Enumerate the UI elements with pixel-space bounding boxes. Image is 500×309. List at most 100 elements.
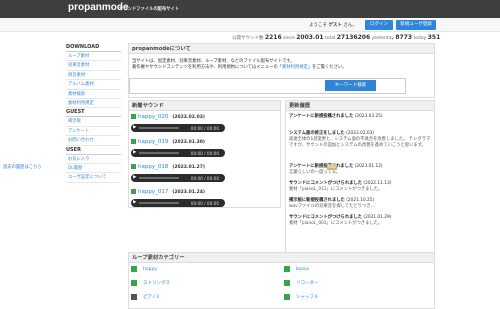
play-icon[interactable]: ▶ (133, 175, 136, 180)
audio-player[interactable]: ▶ 00:00 / 00:00 (131, 199, 225, 207)
player-time: 00:00 / 00:00 (190, 125, 219, 131)
loop-category[interactable]: ストリングス (131, 279, 170, 288)
category-label[interactable]: ピアノ3 (143, 295, 159, 300)
sidebar-heading-user: USER (66, 146, 121, 155)
sidebar: DOWNLOAD ループ素材 効果音素材 顔音素材 アルバム素材 素材検索 素材… (66, 43, 121, 183)
category-label[interactable]: ストリングス (143, 281, 170, 286)
update-date: (2023.03.25) (354, 114, 383, 119)
check-icon (131, 189, 136, 194)
category-label[interactable]: シャッフル (296, 295, 319, 300)
play-icon[interactable]: ▶ (133, 125, 136, 130)
stat-label-sounds: 公開サウンド数 (232, 36, 264, 41)
seek-bar[interactable] (139, 202, 179, 204)
sidebar-item-bbs[interactable]: 掲示板 (66, 117, 121, 127)
update-head: サウンドにコメントがつけられました (289, 181, 363, 186)
update-body: 高速全体の1部変更と、システム面の不具合を改善しました。 テレグラマですが、サウ… (289, 137, 431, 148)
loop-category[interactable]: リコーダー (284, 279, 319, 288)
greeting-prefix: ようこそ (309, 23, 327, 28)
track-title: happy_018 (2023.01.27) (131, 164, 205, 170)
update-item: システム面の修正をしました (2023.02.03) 高速全体の1部変更と、システ… (289, 131, 434, 149)
stat-label-since: since (283, 36, 295, 41)
search-bar: キーワード検索 (129, 78, 435, 94)
update-item: サウンドにコメントがつけられました (2021.01.29) 素材「pianoL_… (289, 215, 434, 227)
stat-total: 27136206 (336, 34, 371, 41)
audio-player[interactable]: ▶ 00:00 / 00:00 (131, 124, 225, 132)
sidebar-heading-guest: GUEST (66, 108, 121, 118)
update-date: (2023.01.12) (354, 164, 383, 169)
update-item: アンケートに新規投稿されました (2023.03.25) (289, 114, 434, 120)
track-name[interactable]: happy_017 (138, 189, 168, 195)
play-icon[interactable]: ▶ (133, 200, 136, 205)
update-body: 素材「pianoL_011」にコメントがつきました。 (289, 187, 383, 192)
sidebar-item-sfx[interactable]: 効果音素材 (66, 61, 121, 71)
sidebar-item-history[interactable]: DL履歴 (66, 164, 121, 174)
player-time: 00:00 / 00:00 (190, 175, 219, 181)
seek-bar[interactable] (139, 177, 179, 179)
update-head: 掲示板に新規投稿されました (289, 198, 345, 203)
update-body: wavファイルの効果音を探してたどりつき… (289, 204, 375, 209)
sidebar-item-settings[interactable]: ユーザ設定について (66, 173, 121, 183)
category-label[interactable]: bossa (296, 267, 309, 272)
sidebar-item-favorites[interactable]: お気に入り (66, 155, 121, 164)
stat-sounds: 2216 (264, 34, 282, 41)
check-icon (131, 164, 136, 169)
user-name: ゲスト (328, 23, 342, 28)
sidebar-item-survey[interactable]: アンケート (66, 127, 121, 137)
track-name[interactable]: happy_018 (138, 164, 168, 170)
search-button[interactable]: キーワード検索 (325, 80, 376, 91)
terms-link[interactable]: 素材利用規定 (282, 65, 308, 70)
register-button[interactable]: 新規ユーザ登録 (396, 20, 436, 30)
stat-today: 351 (427, 34, 441, 41)
audio-player[interactable]: ▶ 00:00 / 00:00 (131, 149, 225, 157)
audio-player[interactable]: ▶ 00:00 / 00:00 (131, 174, 225, 182)
category-label[interactable]: happy (143, 267, 157, 272)
check-icon (131, 114, 136, 119)
rss-badge[interactable]: RSS (327, 164, 337, 170)
category-label[interactable]: リコーダー (296, 281, 319, 286)
track-item: happy_020 (2023.02.03) ▶ 00:00 / 00:00 (131, 114, 277, 138)
past-updates-link[interactable]: 過去の履歴はこちら (3, 164, 42, 170)
about-text: 当サイトは、固定素材、効果音素材、ループ素材、などのファイル配布サイトです。 著作… (129, 54, 434, 71)
category-icon (284, 279, 290, 286)
updates-title: 更新履歴 (286, 101, 434, 111)
sidebar-item-album[interactable]: アルバム素材 (66, 80, 121, 90)
stat-yesterday: 8773 (395, 34, 413, 41)
stat-label-yesterday: yesterday (371, 36, 394, 41)
category-icon (131, 279, 137, 286)
greeting: ようこそ ゲスト さん。 (309, 22, 357, 28)
loop-category[interactable]: bossa (284, 265, 309, 274)
about-line-2-post: 」をご覧ください。 (307, 65, 347, 70)
loop-category[interactable]: happy (131, 265, 157, 274)
loop-category[interactable]: シャッフル (284, 293, 319, 302)
stat-label-today: today (413, 36, 427, 41)
track-title: happy_019 (2023.01.30) (131, 139, 205, 145)
about-title: propanmodeについて (129, 44, 434, 54)
track-title: happy_017 (2023.01.24) (131, 189, 205, 195)
update-body: 言葉らしいの一度ってる。 (289, 170, 341, 175)
sidebar-item-contact[interactable]: お問い合わせ (66, 136, 121, 146)
login-button[interactable]: ログイン (365, 20, 393, 30)
seek-bar[interactable] (139, 127, 179, 129)
loop-categories-title: ループ素材カテゴリー (129, 253, 434, 263)
stat-since: 2003.01 (296, 34, 324, 41)
sidebar-item-terms[interactable]: 素材利用規定 (66, 99, 121, 109)
update-body: 素材「pianoL_001」にコメントがつきました。 (289, 221, 383, 226)
update-item: アンケートに新規投稿されました (2023.01.12) 言葉らしいの一度ってる。 (289, 164, 434, 176)
loop-category[interactable]: ピアノ3 (131, 293, 159, 302)
sidebar-item-loop[interactable]: ループ素材 (66, 52, 121, 62)
track-name[interactable]: happy_019 (138, 139, 168, 145)
track-item: happy_018 (2023.01.27) ▶ 00:00 / 00:00 (131, 164, 277, 188)
update-head: システム面の修正をしました (289, 131, 345, 136)
update-item: 掲示板に新規投稿されました (2021.10.25) wavファイルの効果音を探し… (289, 198, 434, 210)
track-item: happy_017 (2023.01.24) ▶ 00:00 / 00:00 (131, 189, 277, 213)
sidebar-item-search[interactable]: 素材検索 (66, 90, 121, 99)
update-head: サウンドにコメントがつけられました (289, 215, 363, 220)
update-date: (2023.02.03) (346, 131, 375, 136)
seek-bar[interactable] (139, 152, 179, 154)
about-line-2-pre: 著作権やサウンドコンテンツを利用方法や、利用規約についてはメニューの「 (132, 65, 283, 70)
loop-categories-panel: ループ素材カテゴリー happy bossa ストリングス リコーダー ピアノ3… (128, 252, 435, 309)
site-stats: 公開サウンド数 2216 since 2003.01 total 2713620… (232, 34, 440, 42)
sidebar-item-voice[interactable]: 顔音素材 (66, 71, 121, 81)
play-icon[interactable]: ▶ (133, 150, 136, 155)
track-name[interactable]: happy_020 (138, 114, 168, 120)
